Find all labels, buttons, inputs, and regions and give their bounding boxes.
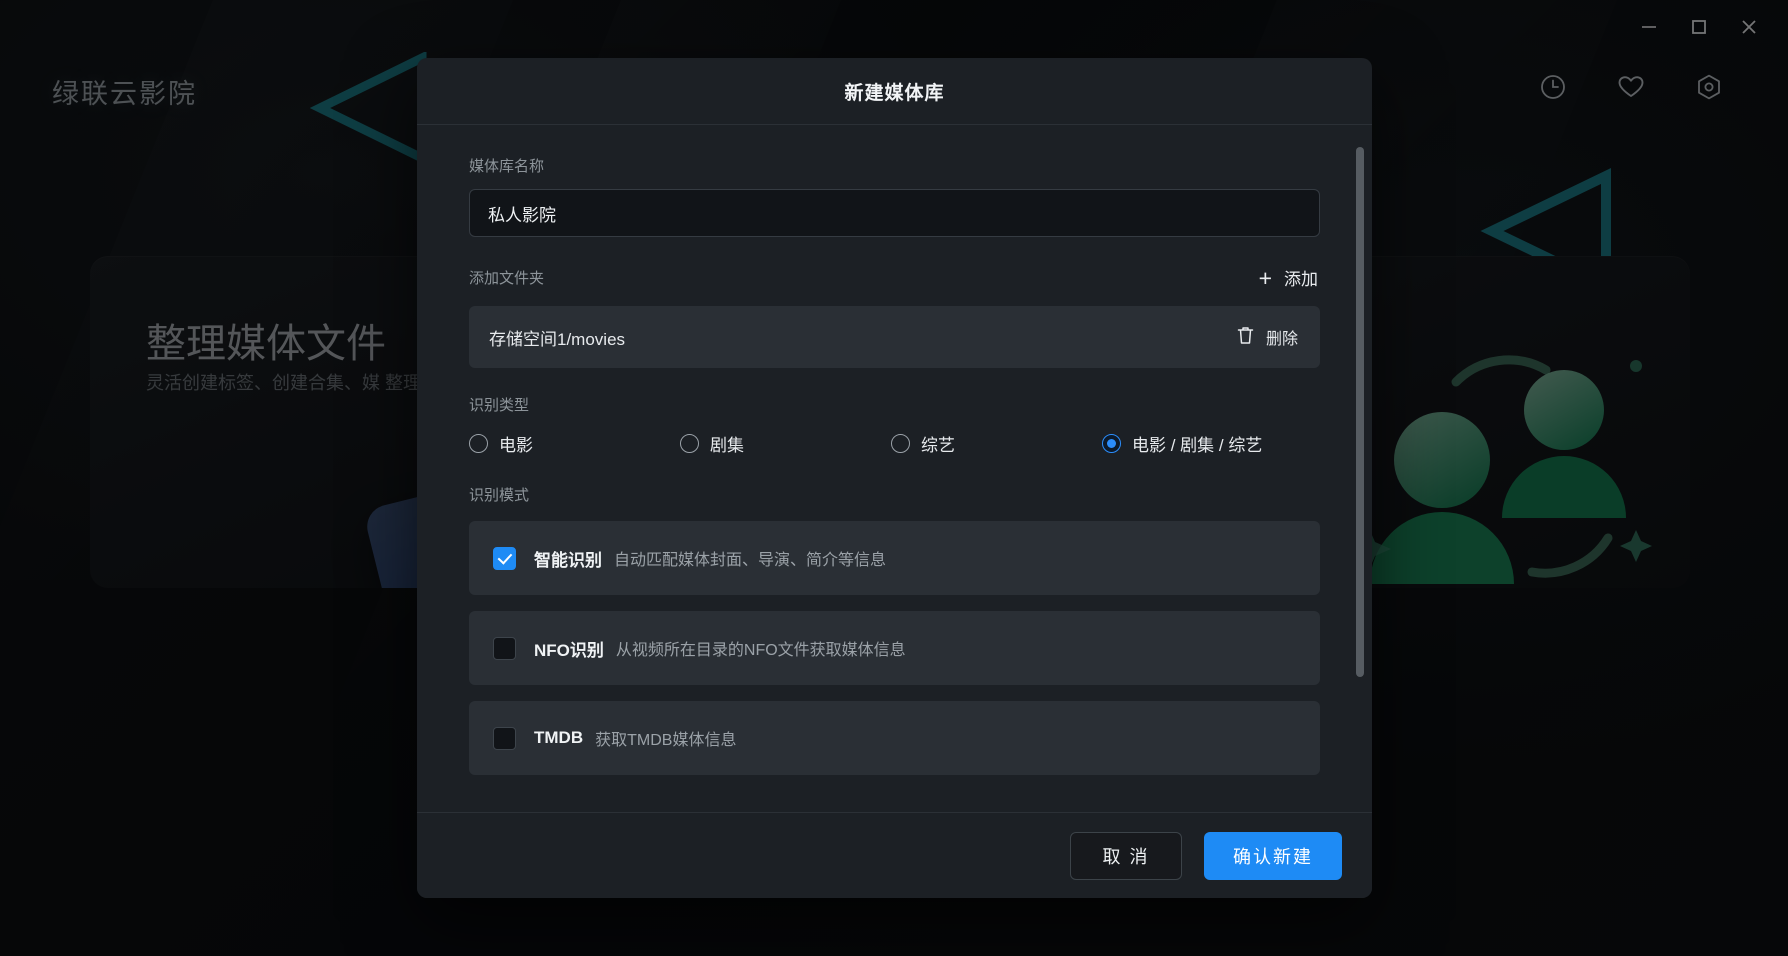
mode-row-nfo[interactable]: NFO识别 从视频所在目录的NFO文件获取媒体信息 (469, 611, 1320, 685)
delete-folder-button[interactable]: 删除 (1236, 325, 1298, 350)
mode-name: 智能识别 (534, 550, 602, 570)
dialog-title: 新建媒体库 (844, 82, 945, 104)
mode-name: NFO识别 (534, 640, 604, 660)
recognize-type-label: 识别类型 (469, 397, 530, 414)
mode-row-smart[interactable]: 智能识别 自动匹配媒体封面、导演、简介等信息 (469, 521, 1320, 595)
folder-path: 存储空间1/movies (489, 329, 626, 349)
radio-label: 电影 (499, 436, 533, 455)
library-name-label: 媒体库名称 (469, 158, 545, 175)
radio-type-series[interactable]: 剧集 (680, 431, 891, 456)
add-folder-button-label: 添加 (1284, 270, 1318, 289)
radio-type-all[interactable]: 电影 / 剧集 / 综艺 (1102, 431, 1262, 456)
checkbox-nfo[interactable] (493, 636, 516, 660)
app-window: 绿联云影院 整理媒体文件 灵活创建标签、创建合集、媒 整理 一起看 他用户，共同… (0, 0, 1788, 956)
delete-folder-label: 删除 (1265, 331, 1298, 348)
radio-label: 综艺 (921, 436, 955, 455)
dialog-body: 媒体库名称 添加文件夹 + 添加 存储空间1/movies (417, 125, 1372, 812)
folder-row[interactable]: 存储空间1/movies 删除 (469, 306, 1320, 368)
radio-label: 剧集 (710, 436, 744, 455)
cancel-button[interactable]: 取 消 (1070, 831, 1182, 880)
radio-indicator (680, 434, 699, 453)
checkbox-smart[interactable] (493, 546, 516, 570)
add-folder-label: 添加文件夹 (469, 270, 545, 287)
dialog-scrollbar[interactable] (1356, 139, 1364, 798)
checkbox-tmdb[interactable] (493, 726, 516, 750)
mode-row-tmdb[interactable]: TMDB 获取TMDB媒体信息 (469, 701, 1320, 775)
radio-label: 电影 / 剧集 / 综艺 (1132, 436, 1263, 455)
add-folder-button[interactable]: + 添加 (1257, 261, 1320, 294)
radio-type-variety[interactable]: 综艺 (891, 431, 1102, 456)
radio-type-movie[interactable]: 电影 (469, 431, 680, 456)
recognize-type-radio-group: 电影 剧集 综艺 电影 / 剧集 / 综艺 (469, 431, 1320, 456)
dialog-header: 新建媒体库 (417, 58, 1372, 125)
plus-icon: + (1258, 264, 1272, 291)
trash-icon (1236, 325, 1255, 350)
radio-indicator-selected (1102, 434, 1121, 453)
new-media-library-dialog: 新建媒体库 媒体库名称 添加文件夹 + 添加 存储空间1/movies (417, 58, 1372, 898)
library-name-input[interactable] (469, 189, 1320, 237)
recognize-mode-list: 智能识别 自动匹配媒体封面、导演、简介等信息 NFO识别 从视频所在目录的NFO… (469, 521, 1320, 775)
dialog-footer: 取 消 确认新建 (417, 812, 1372, 898)
mode-description: 自动匹配媒体封面、导演、简介等信息 (614, 552, 887, 569)
mode-description: 获取TMDB媒体信息 (595, 732, 737, 749)
mode-description: 从视频所在目录的NFO文件获取媒体信息 (615, 642, 906, 659)
dialog-scrollbar-thumb[interactable] (1356, 147, 1364, 677)
radio-indicator (891, 434, 910, 453)
confirm-create-button[interactable]: 确认新建 (1204, 831, 1342, 880)
radio-indicator (469, 434, 488, 453)
recognize-mode-label: 识别模式 (469, 487, 530, 504)
mode-name: TMDB (534, 728, 584, 747)
